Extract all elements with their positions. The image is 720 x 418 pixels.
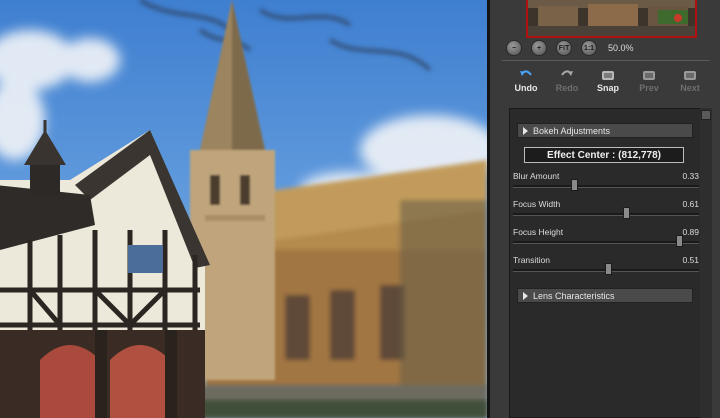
navigator-thumbnail[interactable] (526, 0, 697, 38)
slider-track[interactable] (513, 241, 699, 244)
slider-label: Blur Amount (513, 171, 560, 181)
slider-label: Focus Width (513, 199, 561, 209)
redo-label: Redo (555, 83, 579, 93)
zoom-out-icon[interactable]: − (506, 40, 522, 56)
fit-icon[interactable]: FIT (556, 40, 572, 56)
next-label: Next (680, 83, 700, 93)
next-button[interactable]: Next (670, 68, 710, 93)
image-canvas[interactable] (0, 0, 487, 418)
lens-characteristics-title: Lens Characteristics (533, 290, 615, 301)
lens-characteristics-header[interactable]: Lens Characteristics (517, 288, 693, 303)
slider-track[interactable] (513, 185, 699, 188)
slider-handle[interactable] (604, 263, 612, 275)
slider-handle[interactable] (675, 235, 683, 247)
slider-focus-width: Focus Width 0.61 (513, 199, 699, 227)
bokeh-adjustments-title: Bokeh Adjustments (533, 125, 611, 136)
scroll-up-arrow-icon[interactable] (701, 110, 711, 120)
redo-button[interactable]: Redo (547, 68, 587, 93)
effect-center-button[interactable]: Effect Center : (812,778) (524, 147, 684, 163)
next-icon (683, 68, 697, 81)
scrollbar[interactable] (700, 108, 712, 418)
slider-track[interactable] (513, 213, 699, 216)
slider-focus-height: Focus Height 0.89 (513, 227, 699, 255)
undo-icon (519, 68, 533, 81)
actual-size-icon[interactable]: 1:1 (581, 40, 597, 56)
zoom-controls: − + FIT 1:1 50.0% (506, 40, 634, 56)
preview-photo (0, 0, 487, 418)
undo-label: Undo (514, 83, 538, 93)
slider-value: 0.51 (682, 255, 699, 265)
expand-triangle-icon (523, 291, 528, 300)
zoom-in-icon[interactable]: + (531, 40, 547, 56)
history-toolbar: Undo Redo Snap Prev Next (506, 68, 716, 93)
bokeh-adjustments-header[interactable]: Bokeh Adjustments (517, 123, 693, 138)
slider-value: 0.89 (682, 227, 699, 237)
redo-icon (560, 68, 574, 81)
undo-button[interactable]: Undo (506, 68, 546, 93)
prev-icon (642, 68, 656, 81)
adjustments-panel: Bokeh Adjustments Effect Center : (812,7… (509, 108, 703, 418)
divider (502, 60, 710, 61)
slider-handle[interactable] (571, 179, 579, 191)
slider-value: 0.61 (682, 199, 699, 209)
slider-blur-amount: Blur Amount 0.33 (513, 171, 699, 199)
expand-triangle-icon (523, 126, 528, 135)
control-panel: − + FIT 1:1 50.0% Undo Redo Snap Prev Ne… (487, 0, 720, 418)
slider-label: Transition (513, 255, 551, 265)
snap-label: Snap (596, 83, 619, 93)
zoom-level: 50.0% (608, 43, 634, 53)
slider-handle[interactable] (623, 207, 631, 219)
prev-label: Prev (639, 83, 659, 93)
snap-icon (601, 68, 615, 81)
prev-button[interactable]: Prev (629, 68, 669, 93)
navigator-preview-image (528, 0, 695, 36)
slider-value: 0.33 (682, 171, 699, 181)
slider-label: Focus Height (513, 227, 564, 237)
snap-button[interactable]: Snap (588, 68, 628, 93)
slider-transition: Transition 0.51 (513, 255, 699, 283)
